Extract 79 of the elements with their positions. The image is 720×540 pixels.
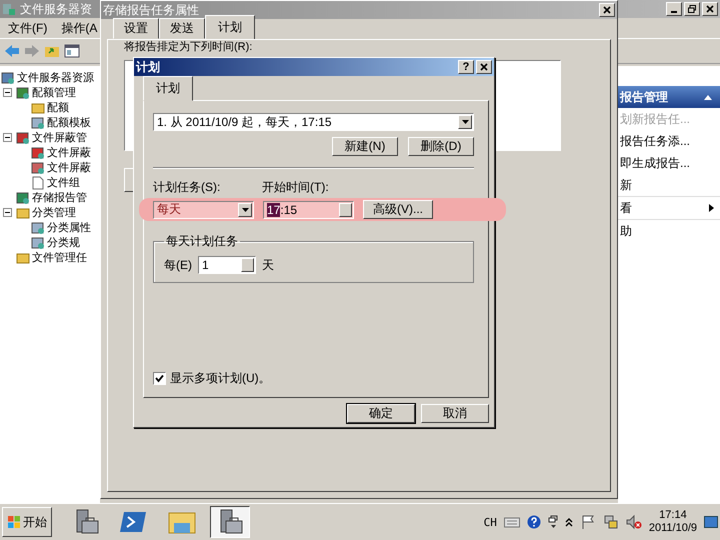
action-item[interactable]: 即生成报告... [618,152,720,174]
folder-icon [16,206,30,220]
tree-item[interactable]: 配额模板 [47,115,91,130]
tab[interactable]: 设置 [113,18,159,39]
folder-icon [31,100,45,114]
every-label: 每(E) [164,256,192,274]
start-time-label: 开始时间(T): [262,179,329,196]
tree-item[interactable]: 文件管理任 [32,250,87,265]
tree-item[interactable]: 分类规 [47,235,80,250]
dialog-title: 计划 [136,58,160,76]
checkbox-label[interactable]: 显示多项计划(U)。 [170,370,271,387]
dialog-button[interactable]: 确定 [347,404,415,423]
spin-buttons[interactable] [241,258,254,272]
help-icon[interactable] [526,515,541,529]
language-indicator[interactable]: CH [484,516,497,528]
interval-field[interactable]: 1 [198,256,256,274]
dialog-title: 存储报告任务属性 [103,2,199,18]
task-dropdown[interactable]: 每天 [153,200,254,218]
document-icon [31,176,45,190]
window-title: 文件服务器资 [20,0,92,18]
keyboard-icon[interactable] [504,516,520,528]
checkbox[interactable] [153,372,166,385]
action-item[interactable]: 看 [618,196,720,220]
tree-item[interactable]: 文件组 [47,175,80,190]
restore-icon [688,5,696,13]
tab[interactable]: 计划 [205,15,255,40]
taskbar-app[interactable] [210,506,250,538]
tree-item[interactable]: 配额管理 [32,85,76,100]
tree-item[interactable]: 文件屏蔽管 [32,130,87,145]
collapse-icon[interactable] [3,88,12,97]
start-button[interactable]: 开始 [2,507,52,537]
action-item[interactable]: 助 [618,220,720,242]
spin-buttons[interactable] [339,202,352,216]
help-button[interactable]: ? [458,60,474,74]
unit-label: 天 [262,256,274,274]
clock-time[interactable]: 17:14 [659,509,687,522]
tree-item[interactable]: 分类管理 [32,205,76,220]
advanced-button[interactable]: 高级(V)... [363,200,433,219]
menu-item[interactable]: 文件(F) [8,20,48,36]
action-item[interactable]: 报告任务添... [618,130,720,152]
close-icon [603,6,611,14]
speaker-muted-icon[interactable] [626,514,642,530]
tree-item[interactable]: 文件屏蔽 [47,145,91,160]
panel-icon[interactable] [64,44,80,58]
chevron-up-icon[interactable] [564,517,573,527]
close-icon [480,63,488,71]
clock-date[interactable]: 2011/10/9 [648,522,697,535]
tree-item[interactable]: 配额 [47,100,69,115]
dropdown-arrow-icon [462,120,468,124]
dialog-button[interactable]: 新建(N) [332,137,398,156]
tree-item[interactable]: 文件服务器资源 [17,70,94,85]
tree-item[interactable]: 存储报告管 [32,190,87,205]
tab[interactable]: 发送 [159,18,205,39]
flag-icon[interactable] [580,514,596,530]
network-icon[interactable] [602,514,619,530]
dialog-button[interactable]: 删除(D) [408,137,474,156]
schedule-label: 将报告排定为下列时间(R): [124,41,254,54]
menu-item[interactable]: 操作(A [61,20,98,36]
tree-item[interactable]: 分类属性 [47,220,91,235]
time-field[interactable]: 17:15 [263,200,354,218]
close-button[interactable] [476,60,492,74]
submenu-arrow-icon [709,204,714,212]
tree-item[interactable]: 文件屏蔽 [47,160,91,175]
tab[interactable]: 计划 [143,76,193,101]
collapse-icon[interactable] [3,208,12,217]
actions-header[interactable]: 报告管理 [618,86,720,108]
close-icon [706,5,714,13]
group-title: 每天计划任务 [165,233,239,250]
dropdown-arrow-icon [242,208,248,212]
folder-icon [16,250,30,264]
task-label: 计划任务(S): [153,179,222,196]
windows-logo-icon [7,515,21,529]
actions-title: 报告管理 [620,88,668,106]
dialog-button[interactable]: 取消 [421,404,489,423]
collapse-arrow-icon[interactable] [704,94,712,100]
action-item[interactable]: 新 [618,174,720,196]
language-bar-icon[interactable] [548,515,558,529]
schedule-dropdown[interactable]: 1. 从 2011/10/9 起，每天，17:15 [153,113,474,131]
collapse-icon[interactable] [3,133,12,142]
